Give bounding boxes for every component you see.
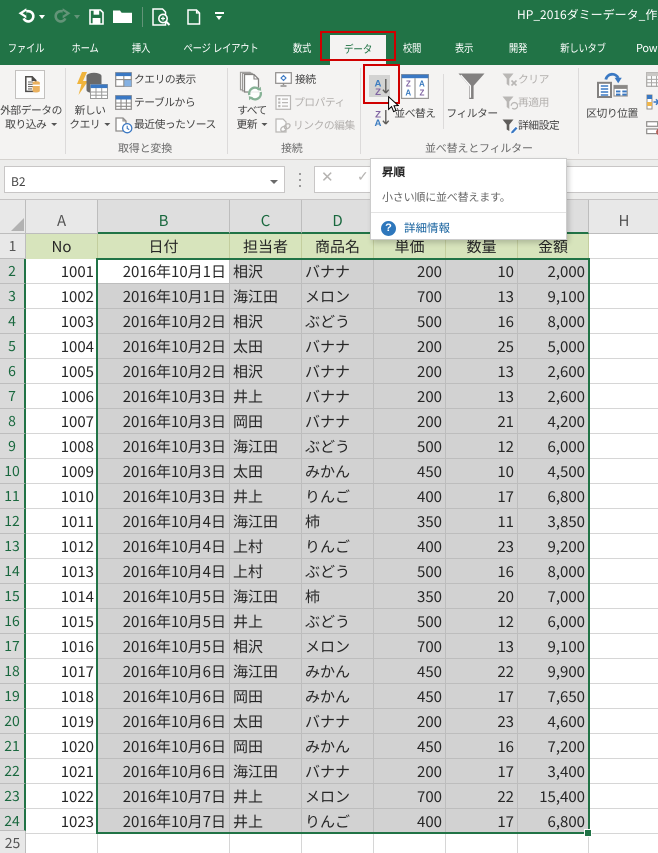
svg-text:A: A (419, 80, 425, 89)
svg-text:Z: Z (406, 80, 411, 89)
svg-text:Z: Z (419, 89, 424, 98)
svg-text:A: A (375, 118, 382, 126)
svg-text:A: A (405, 89, 411, 98)
